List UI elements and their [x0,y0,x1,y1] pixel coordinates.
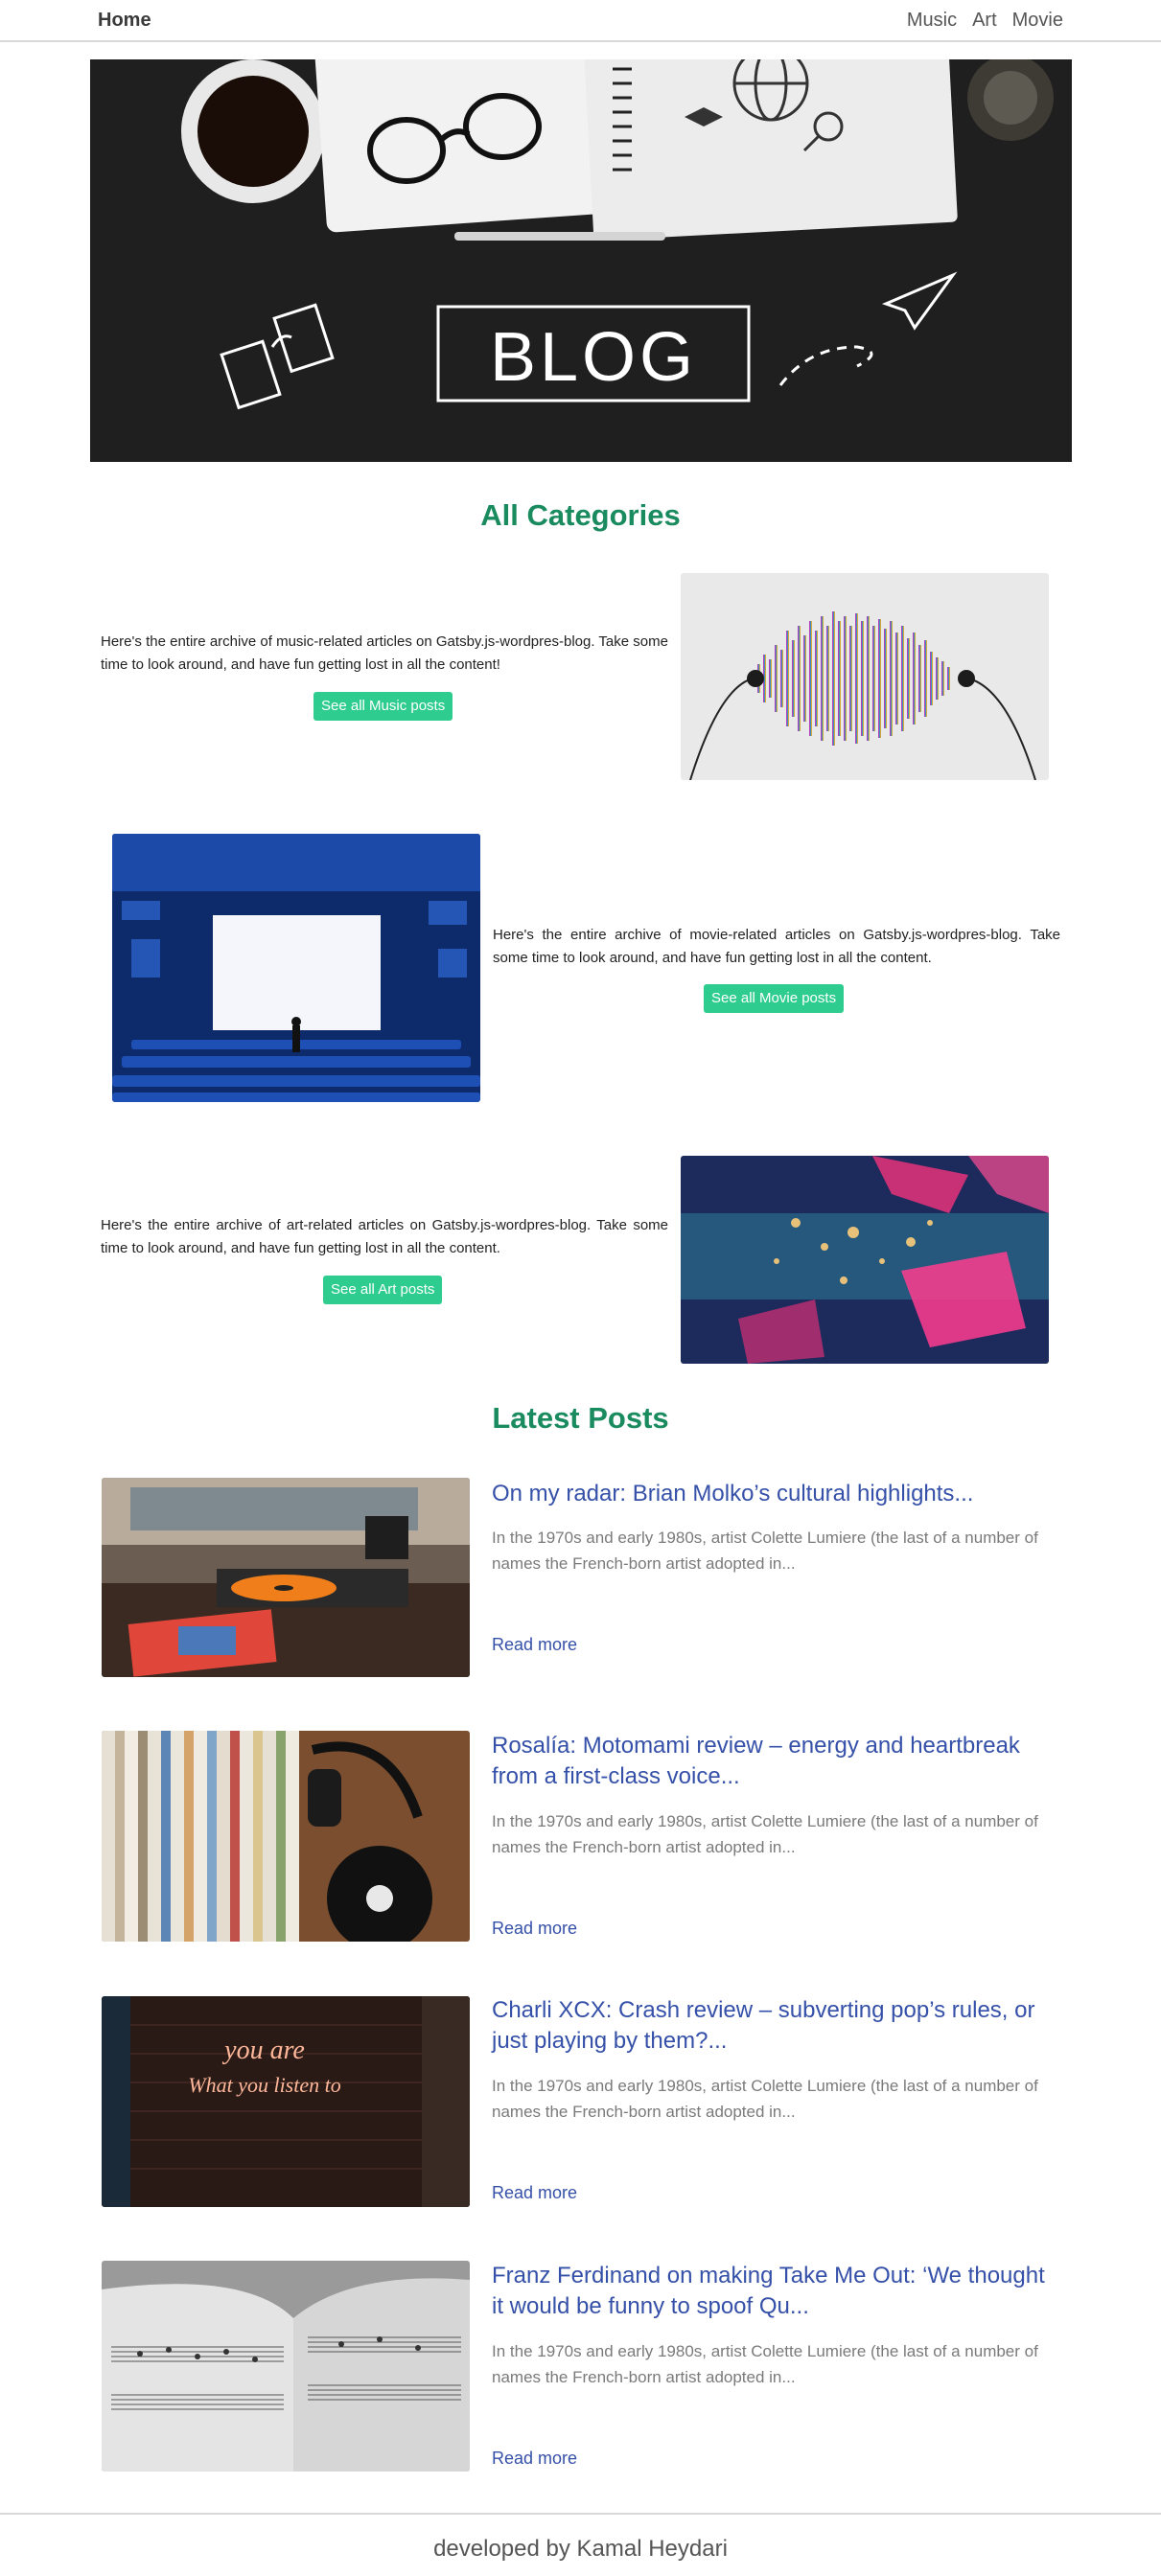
vinyl-records-headphones-icon [102,1731,470,1942]
read-more-link-1[interactable]: Read more [492,1635,577,1655]
see-all-music-button[interactable]: See all Music posts [313,692,453,721]
post-excerpt-4: In the 1970s and early 1980s, artist Col… [492,2342,1038,2386]
all-categories-heading: All Categories [480,498,681,532]
nav-link-movie[interactable]: Movie [1012,10,1063,32]
nav-links: Music Art Movie [907,10,1063,32]
post-title-1[interactable]: On my radar: Brian Molko’s cultural high… [492,1479,1048,1509]
blog-sign-text: BLOG [490,319,697,396]
neon-sign-brick-wall-icon: you are What you listen to [102,1996,470,2207]
abstract-painting-icon [681,1156,1049,1364]
post-image-4[interactable] [102,2261,470,2472]
neon-sign-line-2: What you listen to [188,2073,340,2097]
page-footer: developed by Kamal Heydari [0,2513,1161,2576]
sound-wave-headphones-icon [681,573,1049,780]
latest-posts-heading: Latest Posts [492,1401,669,1435]
art-category-description: Here's the entire archive of art-related… [101,1217,668,1256]
read-more-link-4[interactable]: Read more [492,2449,577,2469]
post-title-4[interactable]: Franz Ferdinand on making Take Me Out: ‘… [492,2261,1048,2322]
music-category-description: Here's the entire archive of music-relat… [101,633,668,673]
hero-banner-image: BLOG [90,59,1072,462]
post-image-2[interactable] [102,1731,470,1942]
nav-link-art[interactable]: Art [972,10,997,32]
footer-credit: developed by Kamal Heydari [433,2536,728,2562]
see-all-art-button[interactable]: See all Art posts [323,1276,443,1304]
post-image-3[interactable]: you are What you listen to [102,1996,470,2207]
cinema-screen-icon [112,834,480,1102]
music-category-image [681,573,1049,780]
see-all-movie-button[interactable]: See all Movie posts [704,984,845,1013]
art-category-image [681,1156,1049,1364]
read-more-link-3[interactable]: Read more [492,2183,577,2203]
read-more-link-2[interactable]: Read more [492,1919,577,1939]
neon-sign-line-1: you are [221,2036,305,2065]
record-player-icon [102,1478,470,1677]
post-title-3[interactable]: Charli XCX: Crash review – subverting po… [492,1995,1048,2057]
post-excerpt-2: In the 1970s and early 1980s, artist Col… [492,1812,1038,1856]
movie-category-description: Here's the entire archive of movie-relat… [493,927,1060,966]
post-excerpt-1: In the 1970s and early 1980s, artist Col… [492,1529,1038,1573]
blog-desk-illustration: BLOG [90,59,1072,462]
pen-icon [454,232,665,241]
sheet-music-book-icon [102,2261,470,2472]
nav-home-link[interactable]: Home [98,10,151,32]
post-title-2[interactable]: Rosalía: Motomami review – energy and he… [492,1731,1048,1792]
top-navbar: Home Music Art Movie [0,0,1161,42]
post-excerpt-3: In the 1970s and early 1980s, artist Col… [492,2077,1038,2121]
nav-link-music[interactable]: Music [907,10,957,32]
post-image-1[interactable] [102,1478,470,1677]
movie-category-image [112,834,480,1102]
